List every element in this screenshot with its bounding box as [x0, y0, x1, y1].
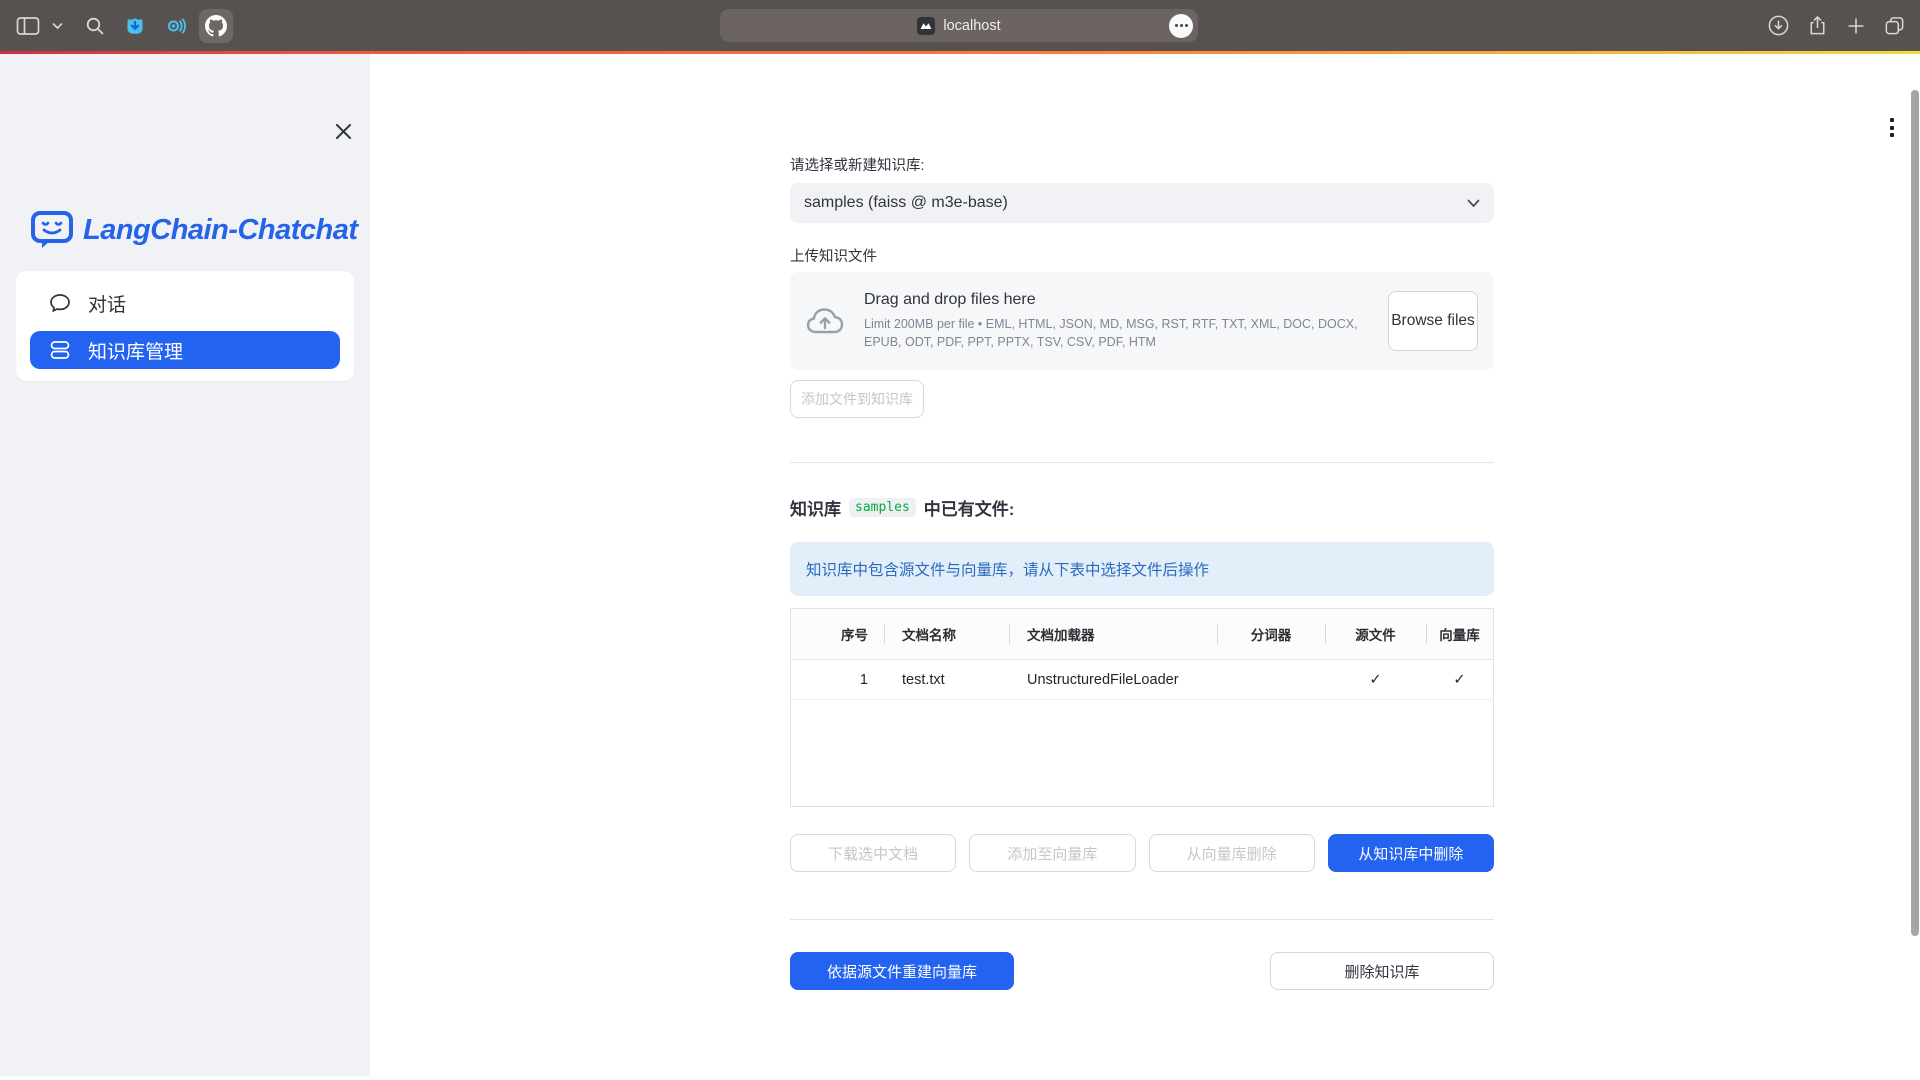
sidebar-chevron-down-icon[interactable]: [52, 22, 63, 30]
search-icon[interactable]: [85, 16, 105, 36]
table-header-5[interactable]: 向量库: [1426, 609, 1493, 660]
browse-files-button[interactable]: Browse files: [1388, 291, 1478, 351]
table-header-3[interactable]: 分词器: [1217, 609, 1325, 660]
scrollbar-thumb[interactable]: [1911, 90, 1919, 936]
kb-files-heading: 知识库 samples 中已有文件:: [790, 495, 1494, 520]
file-actions-row: 下载选中文档 添加至向量库 从向量库删除 从知识库中删除: [790, 834, 1494, 872]
table-empty-area: [791, 700, 1493, 806]
sidebar-item-label: 知识库管理: [88, 337, 183, 364]
kb-select[interactable]: samples (faiss @ m3e-base): [790, 183, 1494, 223]
upload-label: 上传知识文件: [790, 245, 1494, 266]
table-cell[interactable]: [1217, 660, 1325, 700]
table-header-2[interactable]: 文档加载器: [1009, 609, 1217, 660]
kb-select-value: samples (faiss @ m3e-base): [804, 194, 1467, 212]
add-files-to-kb-button[interactable]: 添加文件到知识库: [790, 380, 924, 418]
sidebar: LangChain-Chatchat 对话 知识库管理: [0, 54, 370, 1076]
table-cell[interactable]: test.txt: [884, 660, 1009, 700]
table-cell[interactable]: UnstructuredFileLoader: [1009, 660, 1217, 700]
app-logo-icon: [30, 209, 74, 251]
table-cell[interactable]: ✓: [1325, 660, 1426, 700]
add-to-vector-store-button[interactable]: 添加至向量库: [969, 834, 1135, 872]
downloader-extension-icon[interactable]: [123, 14, 147, 38]
chat-bubble-icon: [48, 291, 72, 315]
sidebar-item-label: 对话: [88, 290, 126, 317]
divider: [790, 462, 1494, 463]
table-cell[interactable]: ✓: [1426, 660, 1493, 700]
delete-from-vector-store-button[interactable]: 从向量库删除: [1149, 834, 1315, 872]
download-selected-button[interactable]: 下载选中文档: [790, 834, 956, 872]
address-bar[interactable]: localhost: [720, 9, 1198, 42]
rebuild-vector-store-button[interactable]: 依据源文件重建向量库: [790, 952, 1014, 990]
address-url: localhost: [943, 18, 1000, 34]
site-favicon: [917, 17, 935, 35]
divider: [790, 919, 1494, 920]
dropzone-title: Drag and drop files here: [864, 291, 1384, 309]
app-logo: LangChain-Chatchat: [30, 209, 358, 251]
sidebar-close-icon[interactable]: [332, 120, 354, 142]
kb-name-code: samples: [849, 498, 916, 517]
sidebar-item-kb-management[interactable]: 知识库管理: [30, 331, 340, 369]
table-cell[interactable]: 1: [791, 660, 884, 700]
database-icon: [48, 338, 72, 362]
record-extension-icon[interactable]: [163, 14, 187, 38]
share-icon[interactable]: [1806, 14, 1829, 37]
app-logo-text: LangChain-Chatchat: [83, 214, 358, 247]
table-header-0[interactable]: 序号: [791, 609, 884, 660]
dropzone-hint: Limit 200MB per file • EML, HTML, JSON, …: [864, 315, 1384, 351]
window-bottom-edge: [0, 1076, 1920, 1080]
cloud-upload-icon: [806, 305, 844, 337]
sidebar-toggle-icon[interactable]: [16, 16, 40, 36]
browser-toolbar: localhost: [0, 0, 1920, 51]
downloads-icon[interactable]: [1767, 14, 1790, 37]
info-banner: 知识库中包含源文件与向量库，请从下表中选择文件后操作: [790, 542, 1494, 596]
kb-heading-prefix: 知识库: [790, 495, 841, 520]
tabs-overview-icon[interactable]: [1883, 14, 1906, 37]
delete-from-kb-button[interactable]: 从知识库中删除: [1328, 834, 1494, 872]
github-extension-button[interactable]: [199, 9, 233, 43]
file-dropzone[interactable]: Drag and drop files here Limit 200MB per…: [790, 272, 1494, 370]
table-header-1[interactable]: 文档名称: [884, 609, 1009, 660]
kb-footer-actions: 依据源文件重建向量库 删除知识库: [790, 952, 1494, 990]
chevron-down-icon: [1467, 199, 1480, 208]
page-settings-icon[interactable]: [1169, 14, 1193, 38]
table-header-4[interactable]: 源文件: [1325, 609, 1426, 660]
delete-kb-button[interactable]: 删除知识库: [1270, 952, 1494, 990]
kb-files-table: 序号文档名称文档加载器分词器源文件向量库 1test.txtUnstructure…: [790, 608, 1494, 807]
kb-heading-suffix: 中已有文件:: [924, 495, 1015, 520]
new-tab-icon[interactable]: [1845, 15, 1867, 37]
main-menu-kebab-icon[interactable]: [1886, 114, 1898, 141]
main-area: 请选择或新建知识库: samples (faiss @ m3e-base) 上传…: [370, 54, 1920, 1076]
sidebar-item-chat[interactable]: 对话: [30, 281, 340, 325]
kb-select-label: 请选择或新建知识库:: [790, 154, 1494, 175]
sidebar-nav: 对话 知识库管理: [16, 271, 354, 381]
